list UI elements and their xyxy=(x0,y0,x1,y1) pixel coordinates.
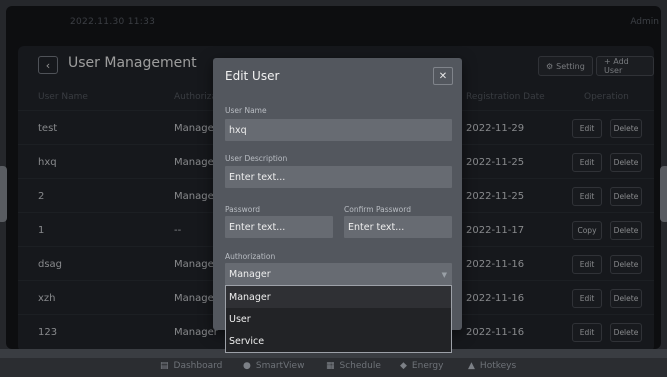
description-label: User Description xyxy=(225,154,288,163)
nav-hotkeys[interactable]: ▲ Hotkeys xyxy=(468,361,516,371)
authorization-options: Manager User Service xyxy=(225,285,452,353)
username-label: User Name xyxy=(225,106,267,115)
close-button[interactable]: ✕ xyxy=(433,67,453,85)
authorization-label: Authorization xyxy=(225,252,276,261)
nav-schedule[interactable]: ▦ Schedule xyxy=(326,361,381,371)
option-user[interactable]: User xyxy=(226,308,451,330)
description-field[interactable]: Enter text... xyxy=(225,166,452,188)
dashboard-icon: ▤ xyxy=(160,361,169,371)
close-icon: ✕ xyxy=(438,70,448,82)
option-service[interactable]: Service xyxy=(226,330,451,352)
password-field[interactable]: Enter text... xyxy=(225,216,333,238)
nav-label: Energy xyxy=(411,361,444,371)
confirm-password-label: Confirm Password xyxy=(344,205,411,214)
nav-dashboard[interactable]: ▤ Dashboard xyxy=(160,361,222,371)
nav-energy[interactable]: ◆ Energy xyxy=(400,361,443,371)
hotkeys-icon: ▲ xyxy=(468,361,475,371)
authorization-select-value: Manager xyxy=(229,268,271,280)
nav-label: SmartView xyxy=(255,361,305,371)
username-field[interactable]: hxq xyxy=(225,119,452,141)
nav-label: Dashboard xyxy=(173,361,223,371)
nav-smartview[interactable]: ● SmartView xyxy=(243,361,304,371)
nav-label: Hotkeys xyxy=(479,361,517,371)
schedule-icon: ▦ xyxy=(326,361,335,371)
chevron-down-icon: ▼ xyxy=(441,271,447,279)
authorization-select[interactable]: Manager ▼ xyxy=(225,263,452,285)
right-side-handle[interactable] xyxy=(660,166,667,222)
energy-icon: ◆ xyxy=(400,361,407,371)
left-side-handle[interactable] xyxy=(0,166,7,222)
smartview-icon: ● xyxy=(243,361,251,371)
bottom-navigation: ▤ Dashboard ● SmartView ▦ Schedule ◆ Ene… xyxy=(0,358,667,377)
password-label: Password xyxy=(225,205,261,214)
option-manager[interactable]: Manager xyxy=(226,286,451,308)
dialog-title: Edit User xyxy=(225,69,280,83)
nav-label: Schedule xyxy=(339,361,381,371)
confirm-password-field[interactable]: Enter text... xyxy=(344,216,452,238)
